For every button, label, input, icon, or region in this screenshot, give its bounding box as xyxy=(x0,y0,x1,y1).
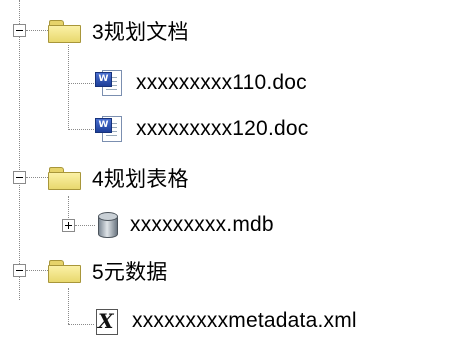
tree-connector xyxy=(75,225,95,226)
collapse-toggle[interactable] xyxy=(13,24,26,37)
tree-connector xyxy=(26,30,48,31)
minus-icon xyxy=(16,177,23,178)
tree-node-database[interactable]: xxxxxxxxx.mdb xyxy=(96,207,274,243)
folder-icon xyxy=(48,260,81,283)
xml-file-icon: X xyxy=(94,307,120,335)
minus-icon xyxy=(16,270,23,271)
tree-node-label: xxxxxxxxx110.doc xyxy=(136,71,307,94)
tree-connector xyxy=(68,83,94,84)
word-document-icon: W xyxy=(94,69,124,97)
tree-connector xyxy=(68,288,69,324)
file-tree: 3规划文档 W xxxxxxxxx110.doc W xxxxxxxxx120.… xyxy=(0,0,470,340)
expand-toggle[interactable] xyxy=(62,219,75,232)
tree-connector xyxy=(19,0,20,300)
tree-connector xyxy=(68,129,94,130)
tree-node-file[interactable]: W xxxxxxxxx110.doc xyxy=(94,65,307,101)
tree-connector xyxy=(26,270,48,271)
tree-node-label: xxxxxxxxxmetadata.xml xyxy=(132,309,357,332)
database-icon xyxy=(96,211,118,239)
minus-icon xyxy=(16,30,23,31)
folder-icon xyxy=(48,167,81,190)
tree-node-file[interactable]: W xxxxxxxxx120.doc xyxy=(94,111,308,147)
tree-node-folder[interactable]: 3规划文档 xyxy=(48,13,189,49)
tree-node-label: 5元数据 xyxy=(92,261,168,284)
tree-node-label: 4规划表格 xyxy=(92,168,189,191)
tree-node-folder[interactable]: 5元数据 xyxy=(48,253,167,289)
tree-connector xyxy=(68,45,69,130)
tree-connector xyxy=(68,324,94,325)
folder-icon xyxy=(48,20,81,43)
tree-connector xyxy=(26,177,48,178)
tree-node-label: 3规划文档 xyxy=(92,21,189,44)
tree-node-label: xxxxxxxxx120.doc xyxy=(136,117,309,140)
word-document-icon: W xyxy=(94,115,124,143)
tree-node-folder[interactable]: 4规划表格 xyxy=(48,160,189,196)
tree-node-file[interactable]: X xxxxxxxxxmetadata.xml xyxy=(94,303,357,339)
tree-node-label: xxxxxxxxx.mdb xyxy=(130,213,274,236)
collapse-toggle[interactable] xyxy=(13,171,26,184)
collapse-toggle[interactable] xyxy=(13,264,26,277)
